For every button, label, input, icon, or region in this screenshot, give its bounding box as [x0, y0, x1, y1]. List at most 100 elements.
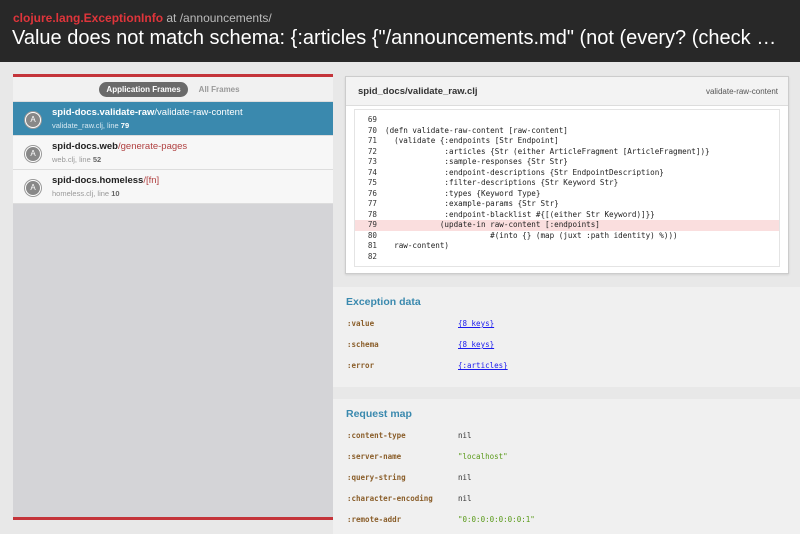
exception-location: clojure.lang.ExceptionInfo at /announcem… [13, 11, 272, 25]
line-text: raw-content) [385, 241, 450, 250]
code-line: 79 (update-in raw-content [:endpoints] [355, 220, 779, 231]
line-number: 69 [367, 115, 377, 124]
code-line: 76 :types {Keyword Type} [355, 189, 779, 200]
map-entry-row: :content-type nil [333, 425, 800, 445]
stack-frame-row[interactable]: A spid-docs.web/generate-pages web.clj, … [13, 136, 333, 170]
map-entry-row: :query-string nil [333, 467, 800, 487]
map-value: nil [458, 473, 472, 482]
frame-function: /[fn] [143, 175, 160, 186]
line-number: 82 [367, 251, 377, 261]
line-number: 72 [367, 146, 377, 156]
stack-frames-panel: Application Frames All Frames A spid-doc… [13, 74, 333, 520]
frame-file: homeless.clj, line [52, 189, 112, 198]
tab-application-frames[interactable]: Application Frames [99, 81, 188, 97]
exception-route: at /announcements/ [163, 11, 272, 25]
map-key: :remote-addr [347, 515, 402, 524]
code-line: 71 (validate {:endpoints [Str Endpoint] [355, 136, 779, 147]
request-map-section: Request map :content-type nil :server-name… [333, 399, 800, 534]
stack-frame-row[interactable]: A spid-docs.validate-raw/validate-raw-co… [13, 102, 333, 136]
frame-line: 10 [111, 189, 120, 198]
map-entry-row: :remote-addr "0:0:0:0:0:0:0:1" [333, 509, 800, 529]
exception-class: clojure.lang.ExceptionInfo [13, 11, 164, 25]
line-number: 78 [367, 209, 377, 219]
frame-file: validate_raw.clj, line [52, 121, 121, 130]
map-entry-row: :schema {8 keys} [333, 334, 800, 354]
line-text: #(into {} (map (juxt :path identity) %))… [385, 230, 678, 240]
frame-function: /validate-raw-content [154, 107, 243, 118]
line-number: 71 [367, 136, 377, 145]
expand-value-link[interactable]: {:articles} [458, 361, 508, 370]
map-value: nil [458, 494, 472, 503]
source-code-header: spid_docs/validate_raw.clj validate-raw-… [346, 77, 788, 106]
code-line: 78 :endpoint-blacklist #{[(either Str Ke… [355, 210, 779, 221]
source-code-listing: 69 70 (defn validate-raw-content [raw-cont… [354, 109, 780, 267]
line-text: :example-params {Str Str} [385, 199, 559, 208]
frame-line: 52 [92, 155, 102, 164]
source-file-name: spid_docs/validate_raw.clj [358, 86, 478, 97]
code-line: 77 :example-params {Str Str} [355, 199, 779, 210]
code-line: 72 :articles {Str (either ArticleFragmen… [355, 147, 779, 158]
exception-data-section: Exception data :value {8 keys} :schema {8 k… [333, 287, 800, 387]
map-key: :value [347, 319, 375, 328]
stack-frame-row[interactable]: A spid-docs.homeless/[fn] homeless.clj, … [13, 170, 333, 204]
line-text: :articles {Str (either ArticleFragment [… [385, 146, 710, 156]
map-key: :character-encoding [347, 494, 433, 503]
frame-namespace: spid-docs.validate-raw [52, 107, 155, 118]
line-number: 76 [367, 188, 377, 198]
frame-line: 79 [120, 121, 130, 130]
line-number: 79 [367, 220, 377, 229]
code-line: 81 raw-content) [355, 241, 779, 252]
expand-value-link[interactable]: {8 keys} [458, 319, 494, 328]
line-text: :endpoint-blacklist #{[(either Str Keywo… [385, 209, 655, 219]
app-frame-icon: A [25, 112, 41, 128]
exception-message: Value does not match schema: {:articles … [12, 27, 788, 49]
line-text: (validate {:endpoints [Str Endpoint] [385, 136, 559, 145]
line-text: :sample-responses {Str Str} [385, 157, 568, 166]
line-text: (update-in raw-content [:endpoints] [385, 220, 600, 229]
map-key: :error [347, 361, 375, 370]
frame-filter-tabs: Application Frames All Frames [13, 77, 333, 102]
expand-value-link[interactable]: {8 keys} [458, 340, 494, 349]
map-key: :server-name [347, 452, 402, 461]
frame-namespace: spid-docs.homeless [52, 175, 144, 186]
code-line: 70 (defn validate-raw-content [raw-conten… [355, 126, 779, 137]
map-entry-row: :value {8 keys} [333, 313, 800, 333]
tab-all-frames[interactable]: All Frames [192, 82, 247, 97]
map-value: "0:0:0:0:0:0:0:1" [458, 515, 535, 524]
line-text: (defn validate-raw-content [raw-content] [385, 125, 568, 135]
line-number: 73 [367, 157, 377, 166]
line-number: 75 [367, 178, 377, 187]
source-function-name: validate-raw-content [705, 87, 778, 96]
map-value: nil [458, 431, 472, 440]
code-line: 74 :endpoint-descriptions {Str EndpointD… [355, 168, 779, 179]
line-text: :types {Keyword Type} [385, 188, 541, 198]
app-frame-icon: A [25, 146, 41, 162]
frame-file: web.clj, line [52, 155, 93, 164]
code-line: 82 [355, 252, 779, 263]
map-entry-row: :server-name "localhost" [333, 446, 800, 466]
line-text: :endpoint-descriptions {Str EndpointDesc… [385, 167, 664, 177]
map-entry-row: :character-encoding nil [333, 488, 800, 508]
line-text: :filter-descriptions {Str Keyword Str} [385, 178, 619, 187]
map-entry-row: :error {:articles} [333, 355, 800, 375]
line-number: 74 [367, 167, 377, 177]
map-value: "localhost" [458, 452, 508, 461]
code-line: 80 #(into {} (map (juxt :path identity) … [355, 231, 779, 242]
frame-namespace: spid-docs.web [52, 141, 118, 152]
line-number: 80 [367, 230, 377, 240]
exception-header: clojure.lang.ExceptionInfo at /announcem… [0, 0, 800, 62]
source-code-panel: spid_docs/validate_raw.clj validate-raw-… [345, 76, 789, 274]
app-frame-icon: A [25, 180, 41, 196]
map-key: :content-type [347, 431, 406, 440]
line-number: 70 [367, 125, 377, 135]
line-number: 81 [367, 241, 377, 250]
line-number: 77 [367, 199, 377, 208]
map-key: :schema [347, 340, 379, 349]
map-key: :query-string [347, 473, 406, 482]
frame-function: /generate-pages [117, 141, 188, 152]
code-line: 73 :sample-responses {Str Str} [355, 157, 779, 168]
request-map-title: Request map [346, 408, 412, 420]
code-line: 75 :filter-descriptions {Str Keyword Str… [355, 178, 779, 189]
code-line: 69 [355, 115, 779, 126]
exception-data-title: Exception data [346, 296, 421, 308]
